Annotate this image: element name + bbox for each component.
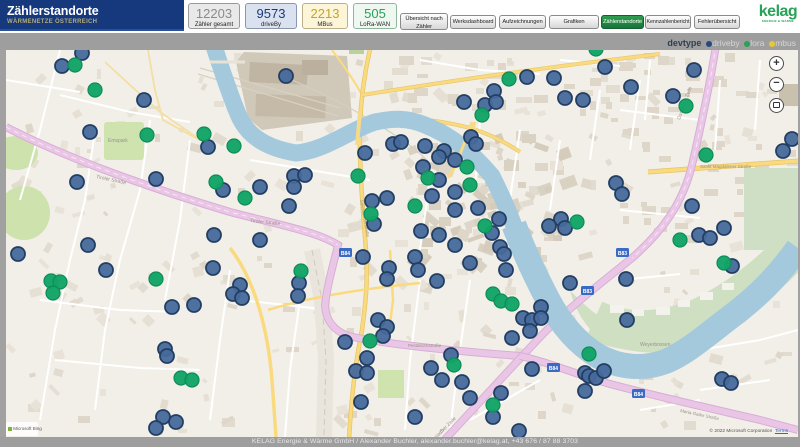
svg-text:Weyerbossen: Weyerbossen: [640, 342, 671, 348]
svg-text:Emspark: Emspark: [108, 138, 128, 144]
svg-text:B83: B83: [618, 251, 627, 257]
svg-text:B84: B84: [341, 251, 350, 257]
svg-text:B84: B84: [549, 366, 558, 372]
svg-text:Sankt Magdalener Straße: Sankt Magdalener Straße: [700, 164, 752, 169]
svg-text:B83: B83: [583, 289, 592, 295]
svg-text:B84: B84: [634, 392, 643, 398]
svg-text:Pestalozzistraße: Pestalozzistraße: [408, 343, 442, 348]
